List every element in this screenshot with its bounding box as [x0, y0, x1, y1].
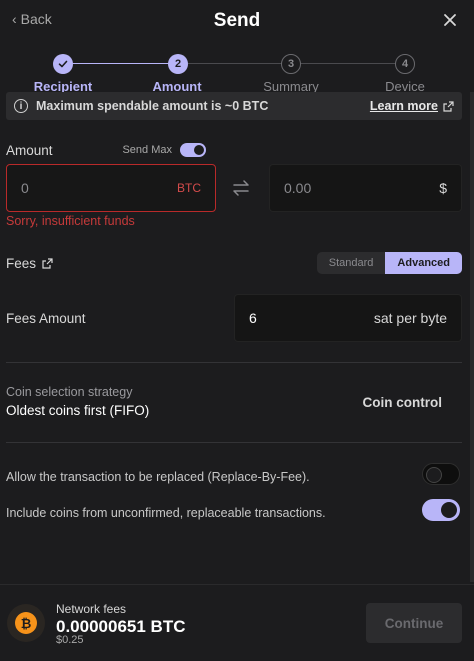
learn-more-link[interactable]: Learn more: [370, 99, 454, 113]
fee-mode-switch: Standard Advanced: [316, 252, 462, 274]
amount-label: Amount: [6, 143, 53, 158]
send-max: Send Max: [122, 143, 206, 157]
unconfirmed-coins-option-label: Include coins from unconfirmed, replacea…: [6, 506, 326, 520]
crypto-unit: BTC: [177, 181, 201, 195]
step-1-dot: [53, 54, 73, 74]
coin-selection-value[interactable]: Oldest coins first (FIFO): [6, 403, 149, 418]
fiat-unit: $: [439, 180, 447, 196]
rbf-option-label: Allow the transaction to be replaced (Re…: [6, 470, 310, 484]
banner-text: Maximum spendable amount is ~0 BTC: [36, 99, 269, 113]
insufficient-funds-error: Sorry, insufficient funds: [6, 214, 135, 228]
divider: [6, 362, 462, 363]
fee-rate-input[interactable]: 6 sat per byte: [234, 294, 462, 342]
external-link-icon: [42, 258, 53, 269]
send-max-label: Send Max: [122, 144, 172, 156]
continue-button[interactable]: Continue: [366, 603, 462, 643]
step-2-dot: 2: [168, 54, 188, 74]
unconfirmed-coins-toggle[interactable]: [422, 499, 460, 521]
close-icon[interactable]: [442, 12, 458, 28]
fee-mode-advanced[interactable]: Advanced: [385, 252, 462, 274]
fiat-amount-input[interactable]: 0.00 $: [269, 164, 462, 212]
send-max-toggle[interactable]: [180, 143, 206, 157]
fee-mode-standard[interactable]: Standard: [317, 252, 386, 274]
fiat-amount-value: 0.00: [284, 180, 312, 196]
step-4-dot: 4: [395, 54, 415, 74]
bitcoin-symbol: ₿: [15, 612, 37, 634]
bitcoin-icon: ₿: [7, 604, 45, 642]
network-fees-fiat: $0.25: [56, 634, 84, 646]
check-icon: [58, 60, 68, 68]
stepper-line-done: [72, 63, 178, 64]
fees-label-row[interactable]: Fees: [6, 256, 53, 271]
info-banner: i Maximum spendable amount is ~0 BTC Lea…: [6, 92, 462, 120]
fee-rate-value: 6: [249, 310, 257, 326]
network-fees-label: Network fees: [56, 602, 127, 616]
coin-selection-label: Coin selection strategy: [6, 385, 133, 399]
crypto-amount-value: 0: [21, 180, 29, 196]
fee-rate-unit: sat per byte: [373, 310, 447, 326]
info-icon: i: [14, 99, 28, 113]
rbf-toggle[interactable]: [422, 463, 460, 485]
crypto-amount-input[interactable]: 0 BTC: [6, 164, 216, 212]
divider: [6, 442, 462, 443]
scrollbar[interactable]: [470, 92, 474, 582]
fees-label: Fees: [6, 256, 37, 271]
page-title: Send: [213, 10, 261, 31]
swap-arrows-icon: [233, 180, 249, 196]
fees-amount-label: Fees Amount: [6, 311, 86, 326]
external-link-icon: [443, 100, 454, 112]
step-3-dot: 3: [281, 54, 301, 74]
coin-control-button[interactable]: Coin control: [363, 395, 443, 410]
